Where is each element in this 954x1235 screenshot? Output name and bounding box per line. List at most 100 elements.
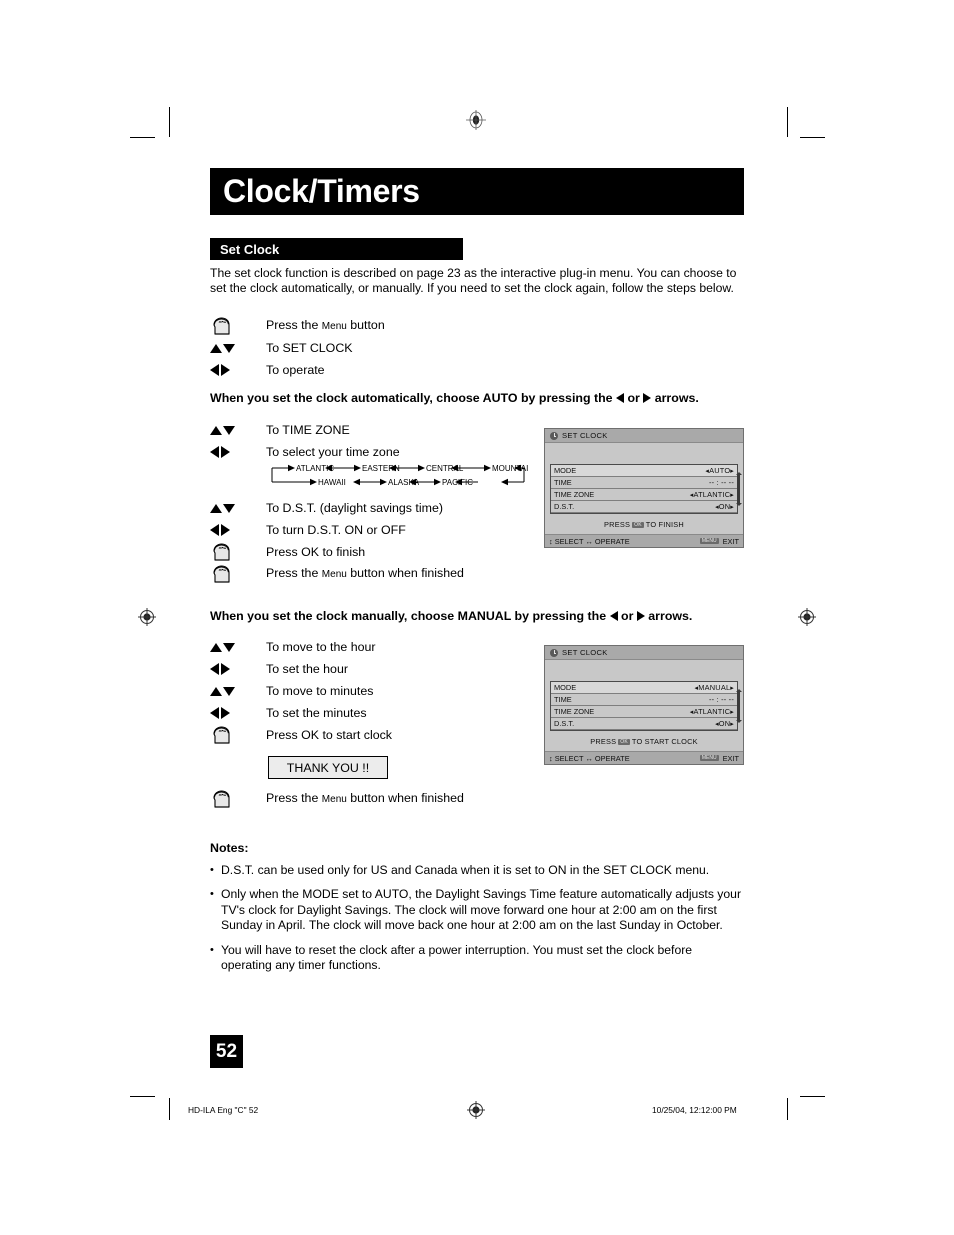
osd-title-bar: SET CLOCK (545, 646, 743, 660)
step-label: To TIME ZONE (266, 423, 350, 437)
osd-footer-operate: OPERATE (594, 753, 630, 763)
osd-footer-right: MENU EXIT (698, 537, 739, 546)
bullet-icon: • (210, 943, 214, 956)
step-label: Press the Menu button when finished (266, 791, 464, 805)
hand-press-icon (210, 725, 266, 746)
menu-key-badge: MENU (699, 755, 719, 761)
step-label: To move to the hour (266, 640, 376, 654)
note-text: You will have to reset the clock after a… (221, 942, 693, 973)
leftright-glyph-icon: ↔ (585, 753, 593, 763)
page-title-bar: Clock/Timers (210, 168, 744, 215)
up-down-arrow-icon (210, 642, 266, 652)
step-row: Press OK to finish (210, 541, 464, 563)
manual-mode-heading: When you set the clock manually, choose … (210, 609, 693, 623)
osd-row-timezone[interactable]: TIME ZONE ◂ATLANTIC▸ (551, 706, 737, 718)
timezone-flow-diagram: ATLANTIC EASTERN CENTRAL MOUNTAIN HAWAII… (271, 464, 528, 487)
osd-row-timezone[interactable]: TIME ZONE ◂ATLANTIC▸ (551, 489, 737, 501)
clock-icon (550, 431, 558, 440)
step-row: To set the hour (210, 658, 392, 680)
right-arrow-icon (636, 611, 645, 621)
step-row: To move to the hour (210, 636, 392, 658)
osd-row-mode[interactable]: MODE ◂MANUAL▸ (551, 682, 737, 694)
registration-mark-right (798, 608, 816, 626)
up-down-arrow-icon (210, 425, 266, 435)
step-label: To operate (266, 363, 325, 377)
crop-mark-top-left-vertical (169, 107, 170, 137)
steps-intro-list: Press the Menu button To SET CLOCK To op… (210, 315, 385, 381)
steps-auto-list: To TIME ZONE To select your time zone (210, 419, 400, 463)
osd-row-label: TIME ZONE (554, 490, 595, 499)
osd-row-time[interactable]: TIME -- : -- -- (551, 694, 737, 706)
timezone-label: MOUNTAIN (492, 464, 528, 473)
crop-mark-top-right-horizontal (800, 137, 825, 138)
osd-footer: ↕ SELECT ↔ OPERATE MENU EXIT (545, 534, 743, 547)
osd-row-dst[interactable]: D.S.T. ◂ON▸ (551, 718, 737, 730)
up-down-arrow-icon (210, 503, 266, 513)
osd-footer: ↕ SELECT ↔ OPERATE MENU EXIT (545, 751, 743, 764)
timezone-label: ALASKA (388, 478, 420, 487)
osd-row-dst[interactable]: D.S.T. ◂ON▸ (551, 501, 737, 513)
osd-row-value: ◂ATLANTIC▸ (689, 490, 734, 499)
crop-mark-bottom-left-horizontal (130, 1096, 155, 1097)
osd-title-text: SET CLOCK (562, 648, 608, 657)
hand-press-icon (210, 542, 266, 563)
osd-set-clock-manual: SET CLOCK MODE ◂MANUAL▸ TIME -- : -- -- … (544, 645, 744, 765)
osd-body: MODE ◂AUTO▸ TIME -- : -- -- TIME ZONE ◂A… (545, 443, 743, 534)
osd-title-bar: SET CLOCK (545, 429, 743, 443)
step-row: Press the Menu button when finished (210, 563, 464, 585)
step-label: To select your time zone (266, 445, 400, 459)
document-page: Clock/Timers Set Clock The set clock fun… (0, 0, 954, 1235)
step-row: To TIME ZONE (210, 419, 400, 441)
osd-set-clock-auto: SET CLOCK MODE ◂AUTO▸ TIME -- : -- -- TI… (544, 428, 744, 548)
step-label: Press OK to start clock (266, 728, 393, 742)
osd-row-group: MODE ◂AUTO▸ TIME -- : -- -- TIME ZONE ◂A… (550, 464, 742, 514)
step-row: Press the Menu button (210, 315, 385, 337)
timezone-label: HAWAII (318, 478, 346, 487)
osd-row-mode[interactable]: MODE ◂AUTO▸ (551, 465, 737, 477)
osd-hint: PRESS OK TO FINISH (604, 520, 684, 529)
osd-row-label: MODE (554, 466, 577, 475)
timezone-label: ATLANTIC (296, 464, 334, 473)
clock-icon (550, 648, 558, 657)
osd-row-value: ◂AUTO▸ (705, 466, 734, 475)
section-title-bar: Set Clock (210, 238, 463, 260)
osd-scrollbar[interactable] (736, 689, 742, 723)
osd-hint: PRESS OK TO START CLOCK (590, 737, 698, 746)
step-label: To turn D.S.T. ON or OFF (266, 523, 406, 537)
left-right-arrow-icon (210, 524, 266, 536)
osd-row-label: TIME (554, 478, 572, 487)
left-right-arrow-icon (210, 446, 266, 458)
footer-right-text: 10/25/04, 12:12:00 PM (652, 1105, 737, 1115)
step-row: To operate (210, 359, 385, 381)
auto-mode-heading: When you set the clock automatically, ch… (210, 391, 699, 405)
registration-mark-bottom (467, 1101, 485, 1119)
osd-row-value: ◂ATLANTIC▸ (689, 707, 734, 716)
osd-footer-exit: EXIT (722, 753, 739, 763)
osd-row-value: ◂ON▸ (715, 502, 734, 511)
osd-footer-select: SELECT (554, 753, 584, 763)
crop-mark-top-left-horizontal (130, 137, 155, 138)
hand-press-icon (210, 316, 266, 337)
osd-row-time[interactable]: TIME -- : -- -- (551, 477, 737, 489)
footer-left-text: HD-ILA Eng "C" 52 (188, 1105, 259, 1115)
up-down-arrow-icon (210, 343, 266, 353)
osd-row-value: -- : -- -- (709, 478, 734, 487)
up-down-arrow-icon (210, 686, 266, 696)
updown-glyph-icon: ↕ (549, 753, 553, 763)
registration-mark-left (138, 608, 156, 626)
osd-spacer (545, 443, 743, 464)
step-label: Press OK to finish (266, 545, 366, 559)
steps-auto-list-2: To D.S.T. (daylight savings time) To tur… (210, 497, 464, 585)
step-label: To set the hour (266, 662, 348, 676)
section-title: Set Clock (220, 241, 280, 257)
left-right-arrow-icon (210, 707, 266, 719)
step-label: To set the minutes (266, 706, 367, 720)
osd-title-text: SET CLOCK (562, 431, 608, 440)
osd-scrollbar[interactable] (736, 472, 742, 506)
osd-footer-left: ↕ SELECT ↔ OPERATE (549, 754, 630, 763)
step-row: To move to minutes (210, 680, 392, 702)
timezone-label: CENTRAL (426, 464, 464, 473)
page-title: Clock/Timers (223, 173, 420, 209)
intro-paragraph: The set clock function is described on p… (210, 266, 737, 296)
osd-row-label: D.S.T. (554, 502, 575, 511)
